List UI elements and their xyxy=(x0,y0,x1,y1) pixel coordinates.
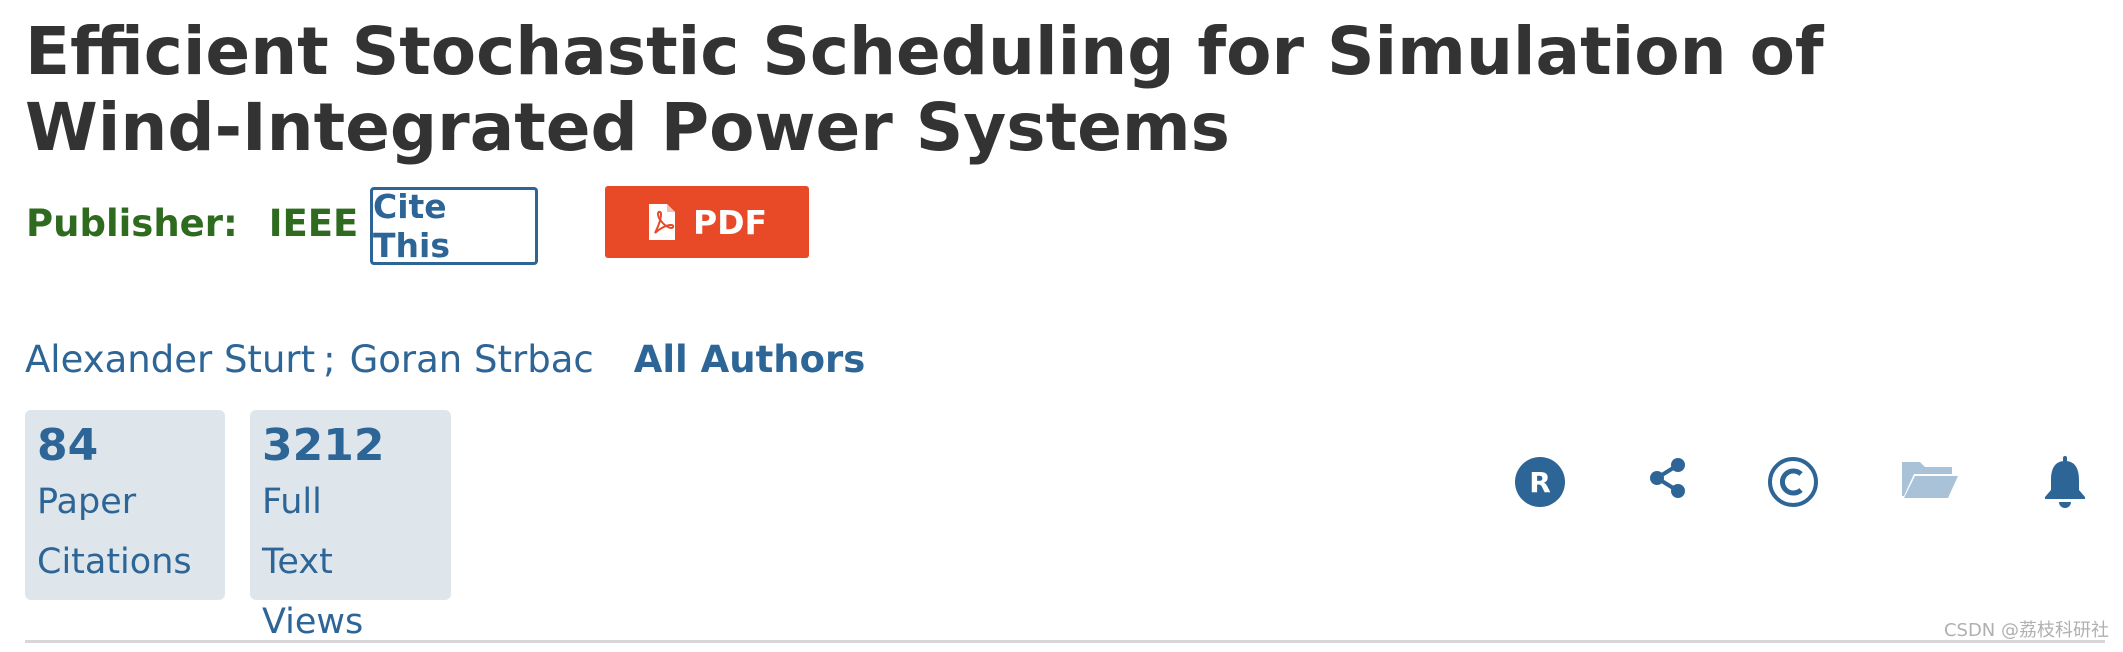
watermark: CSDN @荔枝科研社 xyxy=(1943,620,2109,641)
author-separator: ; xyxy=(323,338,336,381)
views-label: Full Text Views xyxy=(262,482,364,642)
author-link[interactable]: Goran Strbac xyxy=(350,338,594,381)
section-divider xyxy=(25,640,2105,643)
author-list: Alexander Sturt ; Goran Strbac All Autho… xyxy=(25,338,865,381)
views-metric[interactable]: 3212 Full Text Views xyxy=(250,410,451,642)
bell-icon[interactable] xyxy=(2042,456,2088,508)
pdf-file-icon xyxy=(647,203,677,241)
citations-label: Paper Citations xyxy=(37,482,192,582)
publisher-name: IEEE xyxy=(268,202,359,245)
publisher: Publisher: IEEE xyxy=(26,202,358,245)
citations-count: 84 xyxy=(37,420,99,471)
article-title: Efficient Stochastic Scheduling for Simu… xyxy=(25,13,1824,166)
copyright-icon[interactable] xyxy=(1767,456,1819,508)
share-icon[interactable] xyxy=(1647,456,1687,500)
pdf-button[interactable]: PDF xyxy=(605,186,809,258)
publisher-label: Publisher: xyxy=(26,202,238,245)
author-link[interactable]: Alexander Sturt xyxy=(25,338,315,381)
rights-icon[interactable]: R xyxy=(1514,456,1566,508)
cite-this-button[interactable]: Cite This xyxy=(370,187,538,265)
citations-metric[interactable]: 84 Paper Citations xyxy=(25,410,225,600)
svg-text:R: R xyxy=(1529,466,1551,499)
pdf-button-label: PDF xyxy=(692,202,768,242)
all-authors-link[interactable]: All Authors xyxy=(634,338,866,381)
views-count: 3212 xyxy=(262,420,385,471)
folder-icon[interactable] xyxy=(1900,456,1960,500)
